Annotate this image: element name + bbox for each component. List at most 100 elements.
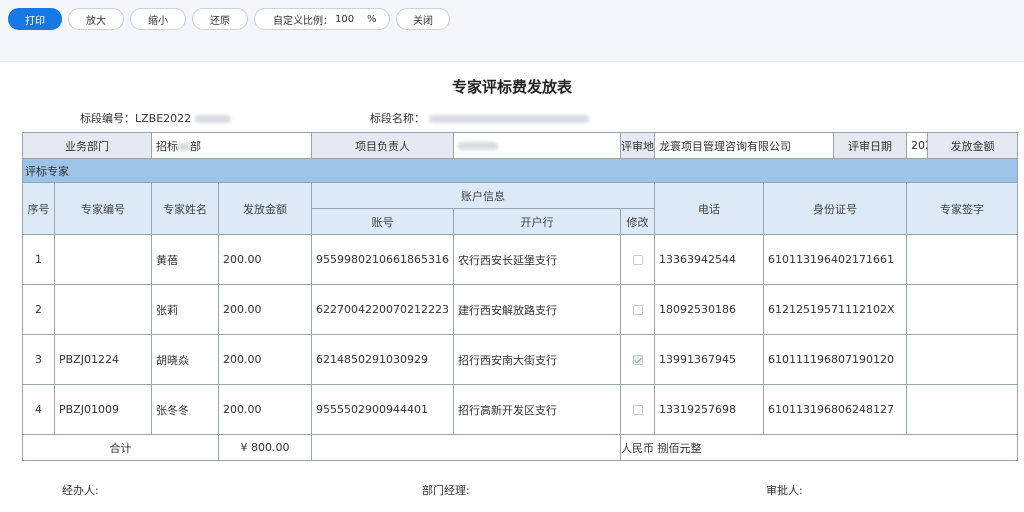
row-phone: 13363942544	[654, 234, 764, 285]
row-modify	[620, 284, 655, 335]
col-signature: 专家签字	[906, 182, 1018, 235]
row-expert-name: 张冬冬	[151, 384, 219, 435]
col-id-number: 身份证号	[763, 182, 907, 235]
row-phone: 13991367945	[654, 334, 764, 385]
amount-label: 发放金额	[927, 132, 1018, 159]
table-row: 4 PBZJ01009 张冬冬 200.00 9555502900944401 …	[22, 384, 1018, 435]
row-amount: 200.00	[218, 234, 312, 285]
col-amount: 发放金额	[218, 182, 312, 235]
row-expert-code	[54, 234, 152, 285]
modify-checkbox[interactable]	[632, 255, 643, 265]
custom-zoom-label: 自定义比例：	[273, 15, 333, 27]
redacted-mark	[428, 115, 589, 123]
dept-value-tail: 部	[190, 139, 201, 153]
row-bank: 招行西安南大街支行	[453, 334, 621, 385]
row-expert-code	[54, 284, 152, 335]
row-seq: 1	[22, 234, 55, 285]
close-button[interactable]: 关闭	[396, 8, 450, 30]
dept-manager-label: 部门经理:	[422, 484, 470, 497]
section-label: 评标专家	[22, 158, 1018, 183]
row-id-number: 61212519571112102X	[763, 284, 907, 335]
section-name: 标段名称：	[370, 110, 589, 126]
custom-zoom-input[interactable]: 100	[335, 14, 361, 25]
row-bank: 建行西安解放路支行	[453, 284, 621, 335]
modify-checkbox[interactable]	[632, 355, 643, 365]
row-seq: 3	[22, 334, 55, 385]
section-name-label: 标段名称：	[370, 112, 425, 125]
redacted-mark	[458, 142, 498, 150]
dept-value-text: 招标	[156, 139, 178, 153]
table-row: 1 黄蓓 200.00 9559980210661865316 农行西安长延堡支…	[22, 234, 1018, 285]
row-account-number: 6214850291030929	[311, 334, 454, 385]
zoom-in-button[interactable]: 放大	[68, 8, 124, 30]
custom-zoom-control: 自定义比例： 100 %	[254, 8, 390, 30]
dept-label: 业务部门	[22, 132, 152, 159]
col-expert-code: 专家编号	[54, 182, 152, 235]
row-signature	[906, 284, 1018, 335]
total-row: 合计 ¥ 800.00 人民币 捌佰元整	[22, 434, 1018, 461]
redacted-mark	[194, 115, 231, 123]
approver-label: 审批人:	[766, 484, 803, 497]
expert-fee-table: 业务部门 招标部 项目负责人 评审地点 龙寰项目管理咨询有限公司 评审日期 20…	[22, 132, 1018, 461]
section-number: 标段编号：LZBE2022	[80, 110, 231, 126]
total-amount: ¥ 800.00	[218, 434, 312, 461]
row-bank: 招行高新开发区支行	[453, 384, 621, 435]
zoom-out-button[interactable]: 缩小	[130, 8, 186, 30]
modify-checkbox[interactable]	[632, 405, 643, 415]
leader-label: 项目负责人	[311, 132, 454, 159]
project-info-row: 业务部门 招标部 项目负责人 评审地点 龙寰项目管理咨询有限公司 评审日期 20…	[22, 132, 1018, 159]
section-number-value: LZBE2022	[135, 112, 192, 125]
row-expert-code: PBZJ01224	[54, 334, 152, 385]
print-button[interactable]: 打印	[8, 8, 62, 30]
total-rmb-value: 捌佰元整	[657, 441, 702, 455]
place-label: 评审地点	[620, 132, 655, 159]
row-signature	[906, 384, 1018, 435]
dept-value: 招标部	[151, 132, 312, 159]
row-phone: 13319257698	[654, 384, 764, 435]
row-id-number: 610113196806248127	[763, 384, 907, 435]
row-id-number: 610113196402171661	[763, 234, 907, 285]
page-title: 专家评标费发放表	[451, 78, 572, 96]
leader-value	[453, 132, 621, 159]
total-spacer	[311, 434, 621, 461]
row-signature	[906, 334, 1018, 385]
row-signature	[906, 234, 1018, 285]
col-bank: 开户行	[453, 208, 621, 235]
row-expert-name: 张莉	[151, 284, 219, 335]
reset-zoom-button[interactable]: 还原	[192, 8, 248, 30]
row-modify	[620, 234, 655, 285]
total-label: 合计	[22, 434, 219, 461]
table-row: 3 PBZJ01224 胡晓焱 200.00 6214850291030929 …	[22, 334, 1018, 385]
row-amount: 200.00	[218, 384, 312, 435]
place-value: 龙寰项目管理咨询有限公司	[654, 132, 834, 159]
custom-zoom-unit: %	[367, 13, 377, 25]
row-id-number: 610111196807190120	[763, 334, 907, 385]
row-seq: 2	[22, 284, 55, 335]
row-expert-name: 胡晓焱	[151, 334, 219, 385]
col-account-info: 账户信息	[311, 182, 655, 209]
modify-checkbox[interactable]	[632, 305, 643, 315]
col-modify: 修改	[620, 208, 655, 235]
row-modify	[620, 334, 655, 385]
section-header-row: 评标专家	[22, 158, 1018, 183]
col-account-number: 账号	[311, 208, 454, 235]
row-phone: 18092530186	[654, 284, 764, 335]
row-account-number: 6227004220070212223	[311, 284, 454, 335]
toolbar: 打印 放大 缩小 还原 自定义比例： 100 % 关闭	[0, 0, 1024, 62]
row-amount: 200.00	[218, 334, 312, 385]
row-amount: 200.00	[218, 284, 312, 335]
row-bank: 农行西安长延堡支行	[453, 234, 621, 285]
header-row: 序号 专家编号 专家姓名 发放金额 账户信息 电话 身份证号 专家签字	[22, 182, 1018, 235]
col-expert-name: 专家姓名	[151, 182, 219, 235]
total-rmb: 人民币 捌佰元整	[620, 434, 1018, 461]
redacted-mark	[178, 142, 190, 151]
row-modify	[620, 384, 655, 435]
row-expert-name: 黄蓓	[151, 234, 219, 285]
col-phone: 电话	[654, 182, 764, 235]
total-rmb-label: 人民币	[621, 441, 655, 455]
row-account-number: 9555502900944401	[311, 384, 454, 435]
table-row: 2 张莉 200.00 6227004220070212223 建行西安解放路支…	[22, 284, 1018, 335]
handler-label: 经办人:	[62, 484, 99, 497]
col-seq: 序号	[22, 182, 55, 235]
row-expert-code: PBZJ01009	[54, 384, 152, 435]
